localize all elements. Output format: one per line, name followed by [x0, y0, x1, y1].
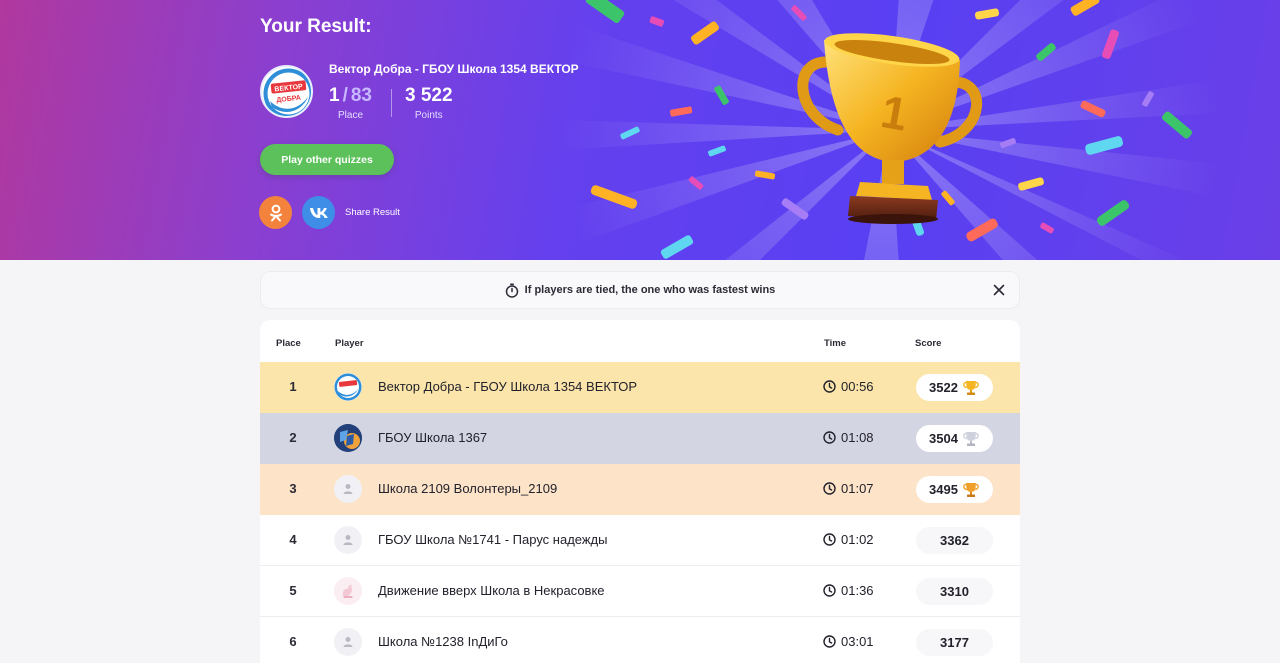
table-row: 6 Школа №1238 InДиГо 03:01 3177 [260, 617, 1020, 663]
stopwatch-icon [505, 283, 518, 298]
confetti-decoration [585, 0, 1193, 259]
header-player: Player [335, 338, 364, 349]
gold-trophy-icon [963, 380, 979, 395]
row-score: 3362 [916, 527, 993, 554]
row-time: 00:56 [823, 379, 874, 394]
user-icon [343, 637, 353, 647]
place-stat: 1/83 Place [329, 85, 372, 121]
row-time: 01:36 [823, 583, 874, 598]
row-score: 3310 [916, 578, 993, 605]
row-time-value: 03:01 [841, 634, 874, 649]
row-score-value: 3504 [929, 431, 958, 446]
row-time: 01:07 [823, 481, 874, 496]
place-value: 1 [329, 85, 340, 106]
vk-share-button[interactable] [302, 196, 335, 229]
team-avatar [334, 424, 362, 452]
row-time: 03:01 [823, 634, 874, 649]
clock-icon [823, 635, 836, 648]
team-avatar [334, 373, 362, 401]
close-icon[interactable] [991, 282, 1007, 298]
row-player-name: Вектор Добра - ГБОУ Школа 1354 ВЕКТОР [378, 379, 638, 394]
row-player-name: Движение вверх Школа в Некрасовке [378, 583, 605, 598]
row-place: 6 [289, 634, 297, 649]
bronze-trophy-icon [963, 482, 979, 497]
share-result-label: Share Result [345, 207, 400, 218]
leaderboard-table: Place Player Time Score 1 Вектор Добра -… [260, 320, 1020, 663]
tie-notice: If players are tied, the one who was fas… [260, 271, 1020, 309]
default-user-avatar [334, 475, 362, 503]
table-header: Place Player Time Score [260, 320, 1020, 362]
points-value: 3 522 [405, 85, 453, 106]
row-time-value: 00:56 [841, 379, 874, 394]
points-label: Points [414, 110, 443, 121]
place-label: Place [337, 110, 363, 121]
result-title: Your Result: [260, 16, 372, 37]
row-score: 3522 [916, 374, 993, 401]
clock-icon [823, 482, 836, 495]
row-time-value: 01:02 [841, 532, 874, 547]
row-score: 3495 [916, 476, 993, 503]
header-time: Time [824, 338, 847, 349]
row-score-value: 3177 [940, 635, 969, 650]
table-row: 5 Движение вверх Школа в Некрасовке 01:3… [260, 566, 1020, 617]
clock-icon [823, 380, 836, 393]
table-row: 2 ГБОУ Школа 1367 01:08 3504 [260, 413, 1020, 464]
clock-icon [823, 584, 836, 597]
play-other-quizzes-button[interactable]: Play other quizzes [260, 144, 394, 175]
row-time: 01:02 [823, 532, 874, 547]
row-player-name: Школа 2109 Волонтеры_2109 [378, 481, 558, 496]
default-user-avatar [334, 526, 362, 554]
row-time-value: 01:36 [841, 583, 874, 598]
header-score: Score [915, 338, 942, 349]
row-place: 2 [289, 430, 297, 445]
default-user-avatar [334, 628, 362, 656]
row-time-value: 01:08 [841, 430, 874, 445]
clock-icon [823, 533, 836, 546]
result-hero: 1 Your Result: ВЕКТОР ДОБРА Вектор Добра… [0, 0, 1280, 260]
stat-divider [391, 89, 392, 117]
table-row: 1 Вектор Добра - ГБОУ Школа 1354 ВЕКТОР … [260, 362, 1020, 413]
user-icon [343, 535, 353, 545]
bird-logo-icon [342, 584, 353, 598]
header-place: Place [276, 338, 301, 349]
odnoklassniki-icon [269, 204, 282, 221]
place-total: 83 [350, 85, 372, 106]
row-player-name: Школа №1238 InДиГо [378, 634, 508, 649]
trophy-illustration: 1 [797, 33, 982, 224]
row-place: 1 [289, 379, 297, 394]
row-time-value: 01:07 [841, 481, 874, 496]
row-player-name: ГБОУ Школа №1741 - Парус надежды [378, 532, 608, 547]
table-row: 4 ГБОУ Школа №1741 - Парус надежды 01:02… [260, 515, 1020, 566]
vk-icon [309, 207, 328, 218]
points-stat: 3 522 Points [405, 85, 453, 121]
row-score: 3504 [916, 425, 993, 452]
row-score: 3177 [916, 629, 993, 656]
row-score-value: 3362 [940, 533, 969, 548]
row-player-name: ГБОУ Школа 1367 [378, 430, 488, 445]
silver-trophy-icon [963, 431, 979, 446]
odnoklassniki-share-button[interactable] [259, 196, 292, 229]
row-place: 3 [289, 481, 297, 496]
team-avatar [334, 577, 362, 605]
tie-notice-text: If players are tied, the one who was fas… [524, 284, 776, 296]
team-name: Вектор Добра - ГБОУ Школа 1354 ВЕКТОР [329, 62, 579, 76]
row-time: 01:08 [823, 430, 874, 445]
place-separator: / [342, 85, 348, 106]
clock-icon [823, 431, 836, 444]
row-place: 5 [289, 583, 297, 598]
table-row: 3 Школа 2109 Волонтеры_2109 01:07 3495 [260, 464, 1020, 515]
row-score-value: 3522 [929, 380, 958, 395]
row-score-value: 3495 [929, 482, 958, 497]
row-score-value: 3310 [940, 584, 969, 599]
row-place: 4 [289, 532, 297, 547]
user-icon [343, 484, 353, 494]
team-logo: ВЕКТОР ДОБРА [260, 65, 313, 118]
